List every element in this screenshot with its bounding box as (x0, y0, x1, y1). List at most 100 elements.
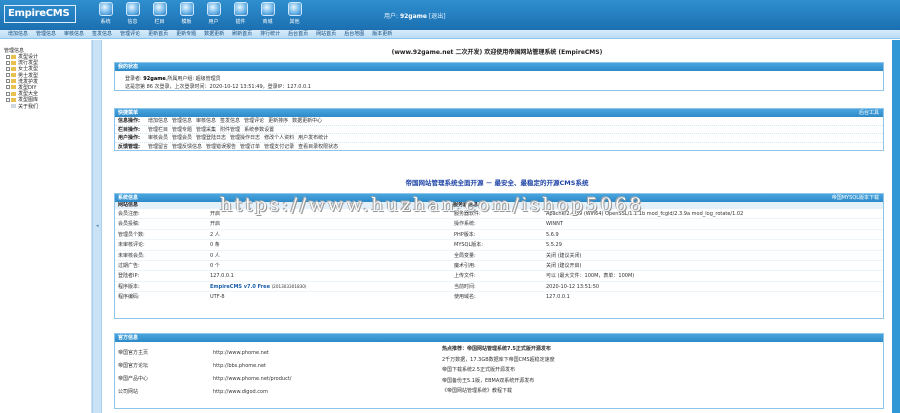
watermark-text: https://www.huzhan.com/ishop5068 (220, 194, 645, 216)
quick-link[interactable]: 签发信息 (220, 118, 240, 124)
toolbar-shop[interactable]: 商城 (254, 2, 281, 25)
official-news: 热点推荐：帝国网站管理系统7.5正式版开源发布 2千万数据，17.3GB数据库下… (442, 342, 882, 399)
table-row: 登陆者IP: 127.0.0.1 上传文件: 可以 (最大文件：100M，表单：100… (115, 271, 883, 282)
quick-link[interactable]: 审核信息 (196, 118, 216, 124)
panel-splitter[interactable]: ◂ (92, 40, 102, 413)
quick-link[interactable]: 管理支付记录 (264, 144, 294, 150)
table-row: 程序编码: UTF-8 使用域名: 127.0.0.1 (118, 294, 570, 301)
news-item[interactable]: 热点推荐：帝国网站管理系统7.5正式版开源发布 (442, 344, 882, 355)
toolbar-user[interactable]: 用户 (200, 2, 227, 25)
quick-link[interactable]: 管理会员 (172, 135, 192, 141)
info-icon (125, 2, 140, 16)
quick-link[interactable]: 系统参数设置 (244, 127, 274, 133)
quick-link[interactable]: 管理登陆日志 (196, 135, 226, 141)
quick-link[interactable]: 管理信息 (172, 118, 192, 124)
tree-title[interactable]: 管理信息 (4, 47, 24, 54)
top-header: EmpireCMS 系统 信息 栏目 模板 用户 插件 商城 其他 用户: 92… (0, 0, 900, 30)
folder-icon (11, 60, 16, 65)
menu-admin-home[interactable]: 后台首页 (288, 30, 308, 38)
quick-link[interactable]: 管理栏目 (148, 127, 168, 133)
version-build: (201303301830) (271, 283, 307, 289)
news-item[interactable]: 《帝国网站管理系统》教程下载 (442, 386, 882, 397)
expand-icon[interactable] (6, 85, 10, 90)
expand-icon[interactable] (6, 79, 10, 84)
quick-link[interactable]: 审核会员 (148, 135, 168, 141)
official-link[interactable]: http://bbs.phome.net (210, 360, 442, 373)
menu-sign-info[interactable]: 签发信息 (92, 30, 112, 38)
folder-icon (11, 73, 16, 78)
page-icon (11, 104, 16, 108)
toolbar-other[interactable]: 其他 (281, 2, 308, 25)
quick-link[interactable]: 用户发布统计 (298, 135, 328, 141)
news-item[interactable]: 2千万数据，17.3GB数据库下帝国CMS超稳定速度 (442, 355, 882, 366)
menu-update-home[interactable]: 更新首页 (148, 30, 168, 38)
quick-link[interactable]: 管理采集 (196, 127, 216, 133)
official-link[interactable]: http://www.phome.net (210, 347, 442, 360)
username: 92game (399, 13, 427, 20)
toolbar-plugin[interactable]: 插件 (227, 2, 254, 25)
shop-icon (260, 2, 275, 16)
expand-icon[interactable] (6, 97, 10, 102)
toolbar-info[interactable]: 信息 (119, 2, 146, 25)
menu-site-home[interactable]: 网站首页 (316, 30, 336, 38)
expand-icon[interactable] (6, 54, 10, 59)
toolbar-template[interactable]: 模板 (173, 2, 200, 25)
toolbar-system[interactable]: 系统 (92, 2, 119, 25)
menu-add-info[interactable]: 增加信息 (8, 30, 28, 38)
table-row: 公司网站 http://www.digod.com (115, 386, 442, 399)
quick-link[interactable]: 修改个人资料 (264, 135, 294, 141)
quick-link[interactable]: 管理操作日志 (230, 135, 260, 141)
empirecms-logo: EmpireCMS (4, 5, 76, 23)
table-row: 程序版本: EmpireCMS v7.0 Free (201303301830) 当… (115, 282, 883, 293)
quick-link[interactable]: 管理专题 (172, 127, 192, 133)
menu-admin-map[interactable]: 后台地图 (344, 30, 364, 38)
quick-link[interactable]: 数据更新中心 (292, 118, 322, 124)
quick-link[interactable]: 管理反馈信息 (172, 144, 202, 150)
official-links: 帝国官方主页 http://www.phome.net 帝国官方论坛 http://… (115, 342, 442, 399)
page-title: (www.92game.net 二次开发) 欢迎使用帝国网站管理系统 (Empi… (391, 49, 603, 56)
tree-item[interactable]: 关于我们 (6, 104, 38, 110)
table-row: 帝国官方论坛 http://bbs.phome.net (115, 360, 442, 373)
expand-icon[interactable] (6, 60, 10, 65)
quick-link[interactable]: 管理订单 (240, 144, 260, 150)
main-toolbar: 系统 信息 栏目 模板 用户 插件 商城 其他 (92, 2, 308, 25)
toolbar-column[interactable]: 栏目 (146, 2, 173, 25)
official-link[interactable]: http://www.digod.com (210, 386, 442, 399)
official-info-header: 官方信息 (115, 334, 883, 342)
quick-link[interactable]: 管理评论 (244, 118, 264, 124)
folder-icon (11, 66, 16, 71)
menu-rank-stats[interactable]: 排行统计 (260, 30, 280, 38)
table-row: 管理员个数: 2 人 PHP版本: 5.6.9 (115, 230, 883, 241)
news-item[interactable]: 帝国下载系统2.5正式版开源发布 (442, 365, 882, 376)
folder-icon (11, 91, 16, 96)
menu-update-topic[interactable]: 更新专题 (176, 30, 196, 38)
quick-link[interactable]: 附件管理 (220, 127, 240, 133)
mysql-download-link[interactable]: 帝国MYSQL版本下载 (832, 194, 879, 202)
official-link[interactable]: http://www.phome.net/product/ (210, 373, 442, 386)
opensource-banner[interactable]: 帝国网站管理系统全面开源 － 最安全、最稳定的开源CMS系统 (102, 177, 892, 187)
expand-icon[interactable] (6, 91, 10, 96)
news-item[interactable]: 帝国备份王5.1版，EBMA双系统开源发布 (442, 376, 882, 387)
menu-manage-comments[interactable]: 管理评论 (120, 30, 140, 38)
quick-link[interactable]: 查看目录权限状态 (298, 144, 338, 150)
menu-version-update[interactable]: 版本更新 (372, 30, 392, 38)
status-panel-header: 我的状态 (115, 63, 883, 71)
collapse-arrow-icon[interactable]: ◂ (96, 223, 99, 229)
menu-manage-info[interactable]: 管理信息 (36, 30, 56, 38)
quick-link[interactable]: 管理错误报告 (206, 144, 236, 150)
expand-icon[interactable] (6, 66, 10, 71)
quick-link[interactable]: 更新排序 (268, 118, 288, 124)
official-info-body: 帝国官方主页 http://www.phome.net 帝国官方论坛 http://… (115, 342, 883, 399)
logout-link[interactable]: [退出] (429, 13, 446, 20)
menu-data-update[interactable]: 数据更新 (204, 30, 224, 38)
quick-link[interactable]: 管理留言 (148, 144, 168, 150)
menu-refresh-home[interactable]: 刷新首页 (232, 30, 252, 38)
expand-icon[interactable] (6, 73, 10, 78)
status-body: 登录者: 92game,所属用户组: 超级管理员 这是您第 86 次登录，上次登… (115, 71, 883, 95)
menu-audit-info[interactable]: 审核信息 (64, 30, 84, 38)
program-version[interactable]: EmpireCMS v7.0 Free (210, 284, 270, 290)
admin-tools-link[interactable]: 后台工具 (859, 109, 879, 117)
quick-link[interactable]: 增加信息 (148, 118, 168, 124)
template-icon (179, 2, 194, 16)
table-row: 过期广告: 0 个魔术引用: 关闭 (建议开启) (115, 261, 883, 272)
